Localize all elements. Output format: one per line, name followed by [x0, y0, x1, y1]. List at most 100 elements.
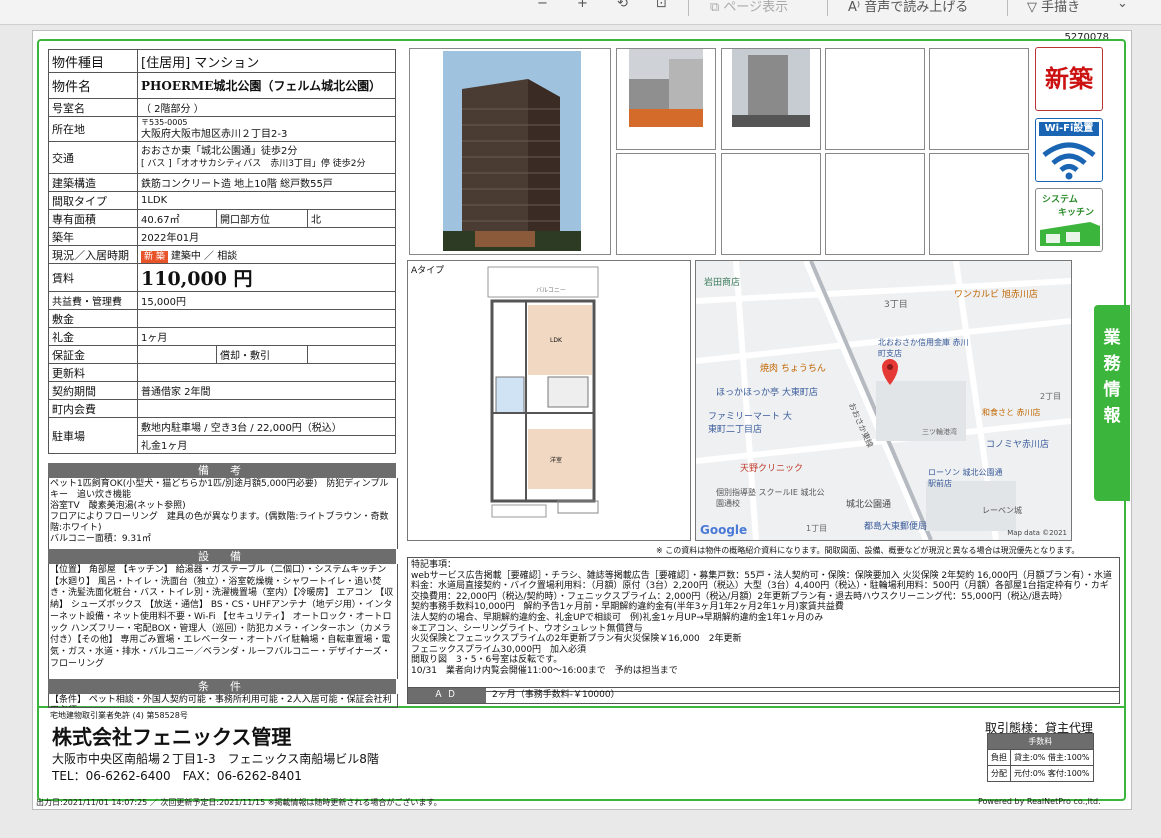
- tab-char: 情: [1103, 380, 1121, 400]
- footer-powered-by: Powered by RealNetPro co.,ltd.: [978, 797, 1101, 806]
- footer-output-date: 出力日:2021/11/01 14:07:25 ／ 次回更新予定日:2021/1…: [36, 798, 442, 807]
- google-logo: Google: [700, 523, 748, 537]
- map-label: 都島大東郵便局: [864, 522, 928, 532]
- map-label: 三ツ輪港湾: [922, 428, 957, 436]
- map-label: 城北公園通: [846, 500, 892, 510]
- balcony-label: バルコニー: [536, 287, 566, 294]
- kitchen-label-2: キッチン: [1058, 208, 1095, 218]
- map-label: 岩田商店: [704, 278, 741, 288]
- type-value: [住居用] マンション: [137, 49, 396, 73]
- room-value: （ 2階部分 ）: [137, 98, 396, 117]
- construction-photo: [629, 49, 703, 127]
- photo-slot: [616, 153, 716, 255]
- company-address: 大阪市中央区南船場２丁目1-3 フェニックス南船場ビル8階: [52, 752, 379, 766]
- amortization-value: [307, 345, 396, 364]
- photo-slot: [929, 48, 1029, 150]
- special-notes-text: webサービス広告掲載［要確認］・チラシ、雑誌等掲載広告［要確認］・募集戸数：5…: [411, 570, 1113, 676]
- direction-label: 開口部方位: [216, 209, 308, 228]
- map-label: コノミヤ赤川店: [986, 440, 1050, 450]
- address-value: 大阪府大阪市旭区赤川２丁目2-3: [141, 129, 288, 140]
- company-name: 株式会社フェニックス管理: [52, 725, 292, 749]
- key-money-label: 礼金: [48, 327, 138, 346]
- parking-value-1: 敷地内駐車場 / 空き3台 / 22,000円（税込）: [137, 417, 396, 436]
- photo-slot: [721, 153, 821, 255]
- ad-label: ＡＤ: [408, 688, 486, 703]
- guarantee-value: [137, 345, 217, 364]
- map-label: レーベン城: [982, 506, 1022, 515]
- name-value: PHOERME城北公園（フェルム城北公園）: [137, 72, 396, 99]
- zoom-out-button[interactable]: −: [537, 0, 548, 11]
- address-label: 所在地: [48, 116, 138, 142]
- fee-row-label: 分配: [987, 765, 1011, 782]
- toolbar-divider: [1007, 0, 1008, 16]
- ad-value: 2ヶ月（事務手数料-￥10000）: [492, 690, 620, 700]
- rotate-icon[interactable]: ⟲: [617, 0, 628, 11]
- year-value: 2022年01月: [137, 227, 396, 246]
- guarantee-label: 保証金: [48, 345, 138, 364]
- map-label: 3丁目: [884, 300, 908, 310]
- new-badge: 新 築: [141, 250, 168, 263]
- map-label: ファミリーマート 大東町二丁目店: [708, 412, 792, 435]
- traffic-line-1: おおさか東「城北公園通」徒歩2分: [141, 145, 298, 157]
- construction-photo: [732, 49, 810, 127]
- disclaimer: ※ この資料は物件の概略紹介資料になります。間取図面、設備、概要などが現況と異な…: [656, 546, 1080, 555]
- toolbar-divider: [688, 0, 689, 16]
- company-info: 株式会社フェニックス管理 大阪市中央区南船場２丁目1-3 フェニックス南船場ビル…: [52, 721, 379, 784]
- direction-value: 北: [307, 209, 396, 228]
- draw-button[interactable]: ▽ 手描き: [1027, 0, 1080, 15]
- map-attribution: Map data ©2021: [1007, 529, 1067, 537]
- bedroom-label: 洋室: [550, 457, 563, 464]
- business-info-tab[interactable]: 業 務 情 報: [1094, 305, 1130, 501]
- draw-options-icon[interactable]: ⌄: [1117, 0, 1128, 11]
- building-photo-2[interactable]: [616, 48, 716, 150]
- system-kitchen-icon: システム キッチン: [1035, 188, 1103, 252]
- deposit-label: 敷金: [48, 309, 138, 328]
- common-fee-value: 15,000円: [137, 291, 396, 310]
- ldk-label: LDK: [550, 337, 562, 344]
- contract-value: 普通借家 2年間: [137, 381, 396, 400]
- area-label: 専有面積: [48, 209, 138, 228]
- parking-value-2: 礼金1ヶ月: [137, 435, 396, 454]
- parking-label: 駐車場: [48, 417, 138, 454]
- amortization-label: 償却・敷引: [216, 345, 308, 364]
- fit-page-icon[interactable]: ⊡: [656, 0, 667, 11]
- area-value: 40.67㎡: [137, 209, 217, 228]
- new-construction-icon: 新築: [1035, 47, 1103, 111]
- photo-slot: [825, 48, 925, 150]
- map-label: 1丁目: [806, 524, 828, 533]
- zoom-in-button[interactable]: +: [577, 0, 588, 11]
- map-label: 和食さと 赤川店: [982, 408, 1041, 417]
- deposit-value: [137, 309, 396, 328]
- building-photo-3[interactable]: [721, 48, 821, 150]
- structure-value: 鉄筋コンクリート造 地上10階 総戸数55戸: [137, 173, 396, 192]
- type-label: 物件種目: [48, 49, 138, 73]
- toolbar-divider: [827, 0, 828, 16]
- map-label: 個別指導塾 スクールIE 城北公園通校: [716, 488, 825, 508]
- kitchen-label-1: システム: [1042, 195, 1078, 205]
- renewal-label: 更新料: [48, 363, 138, 382]
- photo-slot: [929, 153, 1029, 255]
- commission-table: 手数料 負担 貸主:0% 借主:100% 分配 元付:0% 客付:100%: [987, 733, 1094, 782]
- map-label: ほっかほっか亭 大東町店: [716, 388, 818, 398]
- tab-char: 務: [1103, 354, 1121, 374]
- name-label: 物件名: [48, 72, 138, 99]
- building-photo-main[interactable]: [409, 48, 611, 255]
- remarks-text: ペット1匹飼育OK(小型犬・猫どちらか1匹/別途月額5,000円必要) 防犯ディ…: [48, 478, 398, 549]
- year-label: 築年: [48, 227, 138, 246]
- ad-row: ＡＤ 2ヶ月（事務手数料-￥10000）: [407, 687, 1120, 704]
- rent-value: 110,000 円: [137, 263, 396, 292]
- floor-plan[interactable]: Aタイプ LDK 洋室 バルコニー: [407, 260, 691, 541]
- special-notes: 特記事項： webサービス広告掲載［要確認］・チラシ、雑誌等掲載広告［要確認］・…: [407, 557, 1120, 692]
- status-value: 建築中 ／ 相談: [170, 250, 238, 262]
- tab-char: 業: [1103, 328, 1121, 348]
- wifi-waves-icon: [1042, 142, 1096, 180]
- wifi-icon: Wi-Fi設置: [1035, 118, 1103, 182]
- map-label: 2丁目: [1040, 392, 1062, 401]
- page-view-button[interactable]: ⧉ ページ表示: [710, 0, 788, 15]
- layout-label: 間取タイプ: [48, 191, 138, 210]
- conditions-header: 条 件: [48, 679, 396, 694]
- license-number: 宅地建物取引業者免許 (4) 第58528号: [50, 711, 188, 720]
- location-map[interactable]: 岩田商店 ワンカルビ 旭赤川店 3丁目 北おおさか信用金庫 赤川町支店 焼肉 ち…: [695, 260, 1072, 541]
- read-aloud-button[interactable]: A⁾ 音声で読み上げる: [848, 0, 968, 15]
- traffic-label: 交通: [48, 141, 138, 174]
